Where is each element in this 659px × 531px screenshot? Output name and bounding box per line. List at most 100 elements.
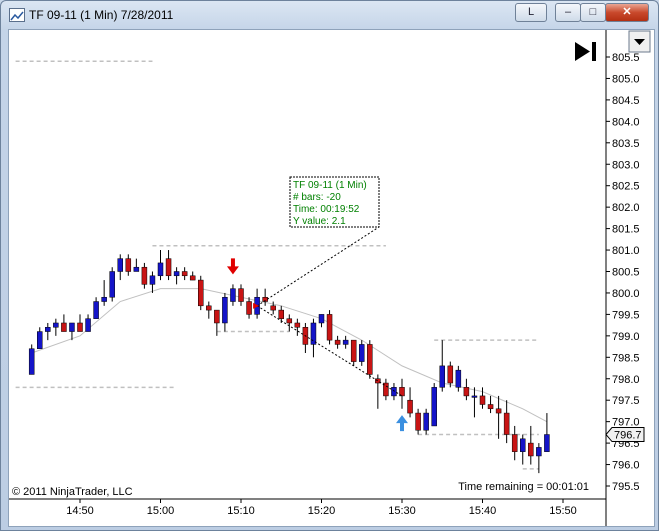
candle-body [206,305,212,311]
price-tick-label: 800.5 [612,267,640,279]
candle-body [270,305,276,311]
time-tick-label: 15:10 [227,505,255,517]
candle-body [310,322,317,345]
time-tick-label: 14:50 [66,505,94,517]
dropdown-arrow-icon[interactable] [628,30,651,53]
candle-body [278,309,284,319]
time-tick-label: 15:40 [469,505,497,517]
candle-body [503,412,510,435]
price-tick-label: 804.5 [612,95,640,107]
candle-body [230,288,236,302]
tooltip-line: TF 09-11 (1 Min) [293,180,367,191]
window-title: TF 09-11 (1 Min) 7/28/2011 [29,8,174,22]
sma-layer [31,288,548,423]
measure-tool[interactable] [253,226,403,397]
candle-body [350,339,357,362]
candle-body [53,322,59,328]
candle-body [326,314,333,341]
price-tick-label: 799.5 [612,309,640,321]
candle-body [342,339,349,345]
candle-body [125,258,132,272]
time-tick-label: 15:00 [147,505,175,517]
candle-body [528,442,534,457]
candle-body [117,258,123,272]
candle-body [536,447,542,457]
candle-body [391,387,397,397]
price-tick-label: 802.5 [612,181,640,193]
price-chart[interactable]: 795.5796.0796.5797.0797.5798.0798.5799.0… [9,30,654,526]
price-tick-label: 803.5 [612,138,640,150]
price-tick-label: 798.0 [612,374,640,386]
candlestick-bars [28,250,550,474]
copyright-text: © 2011 NinjaTrader, LLC [12,486,133,498]
tooltip-line: Time: 00:19:52 [293,204,360,215]
candle-body [198,279,204,307]
price-tick-label: 804.0 [612,116,640,128]
candle-body [407,399,413,414]
price-tick-label: 801.5 [612,224,640,236]
candle-body [238,288,244,302]
candle-body [246,301,252,315]
candle-body [173,271,180,277]
candle-body [447,365,454,384]
candle-body [544,434,550,452]
price-tick-label: 803.0 [612,159,640,171]
chart-window: TF 09-11 (1 Min) 7/28/2011 L – □ ✕ 795.5… [0,0,659,531]
chart-panel[interactable]: 795.5 796.0 796.5 797.0 797.5 798.0 798.5 799.0… [8,29,655,527]
candle-body [77,322,83,332]
link-button[interactable]: L [515,3,547,22]
candle-body [45,327,51,332]
candle-body [69,322,75,332]
tooltip-line: Y value: 2.1 [293,216,346,227]
price-axis[interactable]: 795.5796.0796.5797.0797.5798.0798.5799.0… [605,30,645,526]
candle-body [294,322,301,328]
candle-body [471,395,478,398]
candle-body [165,258,172,277]
title-bar[interactable]: TF 09-11 (1 Min) 7/28/2011 L – □ ✕ [1,1,658,29]
candle-body [334,339,341,345]
candle-body [181,271,188,277]
candle-body [93,301,99,319]
candle-body [37,331,43,349]
close-button[interactable]: ✕ [605,3,649,22]
candle-body [423,412,429,431]
time-tick-label: 15:20 [308,505,336,517]
candle-body [359,344,365,362]
price-tick-label: 799.0 [612,331,640,343]
price-tick-label: 798.5 [612,352,640,364]
candle-body [133,266,140,272]
measure-tooltip: TF 09-11 (1 Min) # bars: -20 Time: 00:19… [289,176,380,228]
candle-body [431,387,437,427]
candle-body [439,365,445,388]
tooltip-line: # bars: -20 [293,192,341,203]
candle-body [286,318,293,324]
price-tick-label: 805.5 [612,52,640,64]
down-arrow-icon [226,258,239,275]
chart-window-icon-glyph [10,11,24,21]
candle-body [85,318,91,332]
time-axis[interactable]: 14:50 15:00 15:10 15:20 15:30 15:40 15:50 [9,498,606,517]
candle-body [28,348,35,375]
price-tick-label: 797.5 [612,395,640,407]
candle-body [455,369,462,388]
candle-body [189,275,196,281]
candle-body [463,387,470,397]
candle-body [495,408,502,414]
current-price-label: 796.7 [614,430,642,442]
candle-body [149,275,156,285]
candle-body [487,404,494,410]
price-tick-label: 802.0 [612,202,640,214]
sma-line [31,288,548,423]
candle-body [520,438,526,452]
candle-body [214,309,220,324]
price-tick-label: 800.0 [612,288,640,300]
price-tick-label: 801.0 [612,245,640,257]
minimize-button[interactable]: – [555,3,581,22]
maximize-button[interactable]: □ [580,3,606,22]
price-tick-label: 805.0 [612,73,640,85]
level-lines [15,60,539,470]
candle-body [157,262,164,277]
time-tick-label: 15:30 [388,505,416,517]
up-arrow-icon [396,415,408,432]
skip-to-end-icon[interactable] [575,42,596,61]
